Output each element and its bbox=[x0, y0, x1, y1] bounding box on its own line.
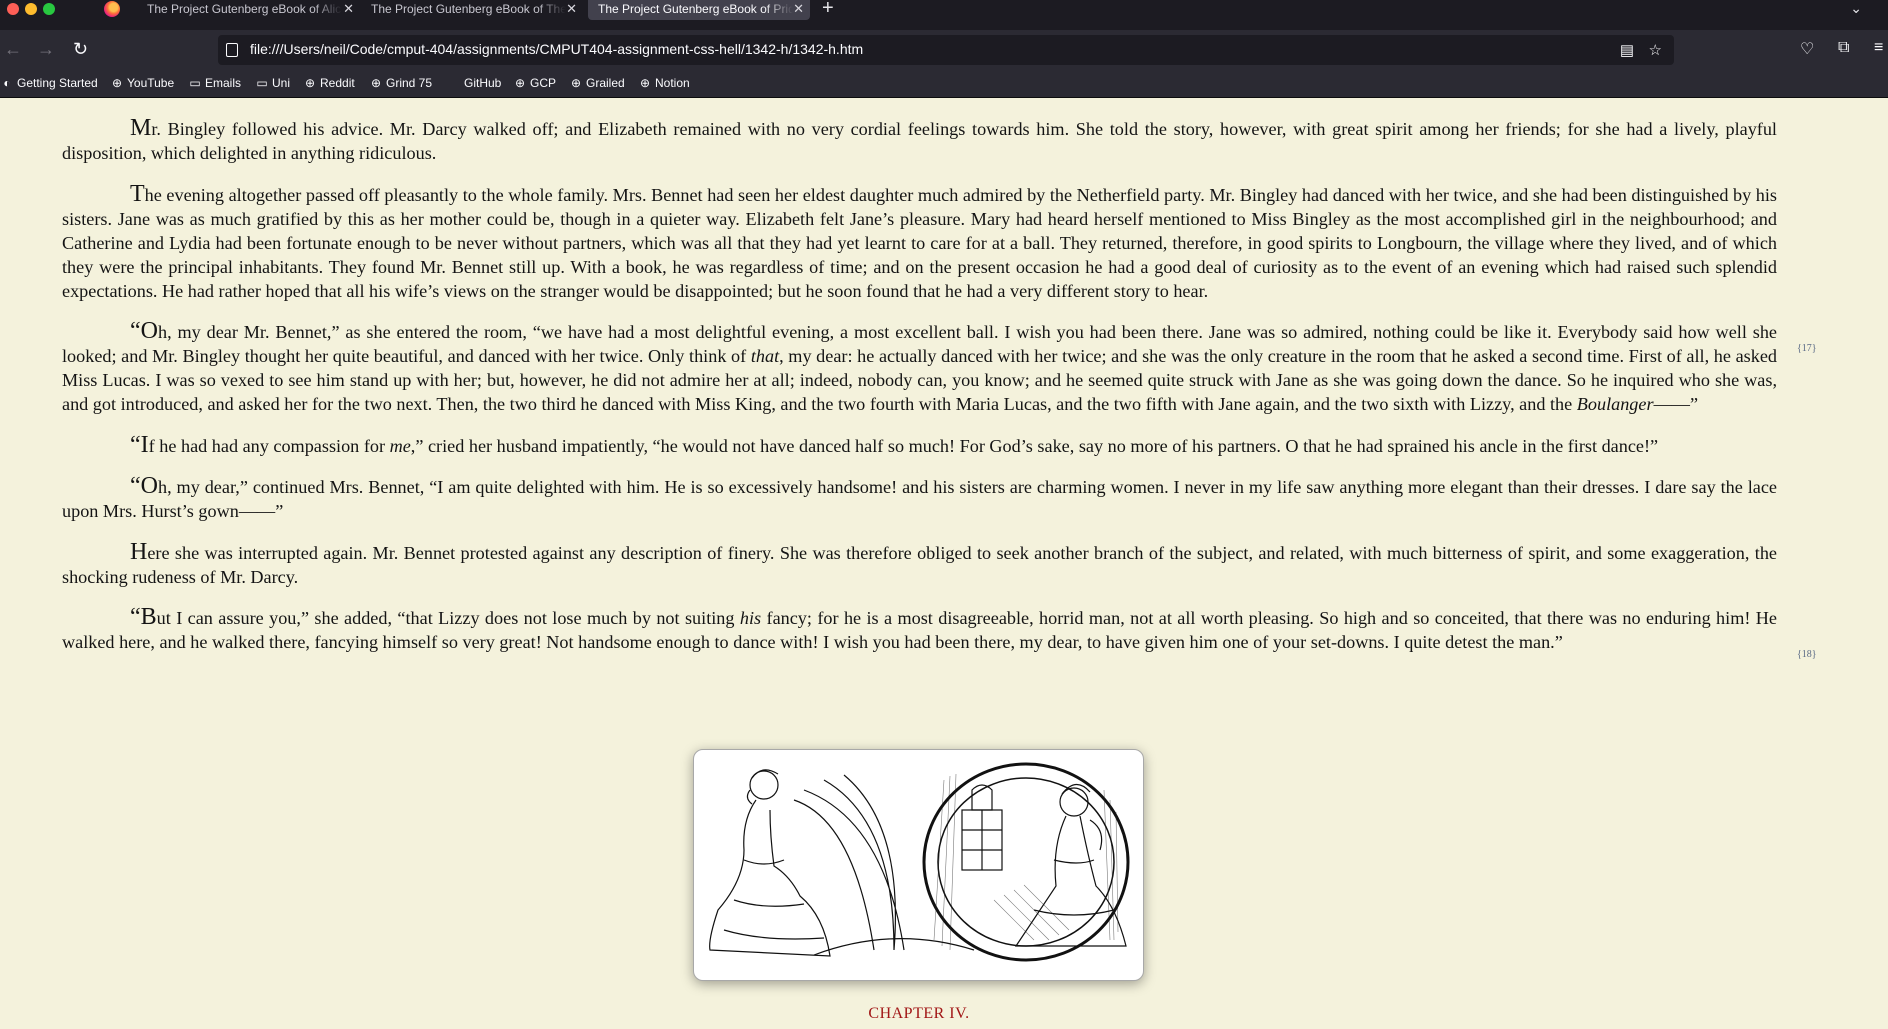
firefox-icon: ◐ bbox=[3, 76, 11, 90]
paragraph-text: ut I can assure you,” she added, “that L… bbox=[156, 608, 740, 628]
paragraph: “But I can assure you,” she added, “that… bbox=[62, 605, 1777, 654]
extensions-icon[interactable]: ⧉ bbox=[1838, 39, 1849, 57]
paragraph-text: he evening altogether passed off pleasan… bbox=[62, 184, 1777, 301]
paragraph: “Oh, my dear,” continued Mrs. Bennet, “I… bbox=[62, 474, 1777, 523]
globe-icon: ⊕ bbox=[514, 76, 526, 90]
bookmark-getting-started[interactable]: ◐ Getting Started bbox=[0, 76, 97, 90]
bookmark-grailed[interactable]: ⊕ Grailed bbox=[569, 76, 625, 90]
folder-icon: ▭ bbox=[189, 76, 201, 90]
tab-pride-active[interactable]: The Project Gutenberg eBook of Pride ✕ bbox=[588, 0, 810, 20]
bookmark-star-icon[interactable]: ☆ bbox=[1649, 41, 1662, 59]
paragraph-text: h, my dear,” continued Mrs. Bennet, “I a… bbox=[62, 477, 1777, 521]
url-text[interactable]: file:///Users/neil/Code/cmput-404/assign… bbox=[250, 41, 863, 57]
tab-title: The Project Gutenberg eBook of Pride bbox=[598, 2, 793, 16]
globe-icon: ⊕ bbox=[570, 76, 582, 90]
navigation-toolbar: ← → ↻ file:///Users/neil/Code/cmput-404/… bbox=[0, 30, 1888, 70]
paragraph: Here she was interrupted again. Mr. Benn… bbox=[62, 540, 1777, 589]
zoom-window-button[interactable] bbox=[43, 3, 55, 15]
reader-view-icon[interactable]: ▤ bbox=[1620, 41, 1634, 59]
close-tab-icon[interactable]: ✕ bbox=[343, 0, 354, 18]
reload-icon[interactable]: ↻ bbox=[73, 39, 88, 59]
chapter-illustration bbox=[693, 749, 1144, 981]
emphasis: his bbox=[739, 608, 762, 628]
page-number-link[interactable]: {17} bbox=[1797, 343, 1817, 354]
bookmarks-toolbar: ◐ Getting Started ⊕ YouTube ▭ Emails ▭ Uni ⊕… bbox=[0, 70, 1888, 98]
bookmark-folder-emails[interactable]: ▭ Emails bbox=[188, 76, 241, 90]
drop-cap: T bbox=[130, 180, 145, 207]
emphasis: me bbox=[389, 435, 411, 456]
pocket-icon[interactable]: ♡ bbox=[1800, 39, 1814, 59]
menu-hamburger-icon[interactable]: ≡ bbox=[1874, 39, 1883, 57]
paragraph: Mr. Bingley followed his advice. Mr. Dar… bbox=[62, 116, 1777, 165]
paragraph: “If he had had any compassion for me,” c… bbox=[62, 433, 1777, 458]
drop-cap: H bbox=[130, 538, 148, 565]
drop-cap: “O bbox=[130, 473, 158, 499]
paragraph-text: f he had had any compassion for bbox=[148, 435, 390, 456]
folder-icon: ▭ bbox=[256, 76, 268, 90]
paragraph: “Oh, my dear Mr. Bennet,” as she entered… bbox=[62, 319, 1777, 416]
firefox-view-icon[interactable] bbox=[104, 1, 120, 17]
tab-alice[interactable]: The Project Gutenberg eBook of Alice ✕ bbox=[137, 0, 360, 20]
bookmark-gcp[interactable]: ⊕ GCP bbox=[513, 76, 556, 90]
drop-cap: “O bbox=[130, 318, 158, 344]
list-all-tabs-chevron-icon[interactable]: ⌄ bbox=[1850, 0, 1862, 17]
illustration-drawing bbox=[709, 762, 1130, 962]
drop-cap: “I bbox=[130, 431, 149, 458]
paragraph-text: r. Bingley followed his advice. Mr. Darc… bbox=[62, 119, 1777, 163]
tab-strip: The Project Gutenberg eBook of Alice ✕ T… bbox=[0, 0, 1888, 30]
emphasis: Boulanger bbox=[1576, 394, 1654, 414]
address-bar[interactable]: file:///Users/neil/Code/cmput-404/assign… bbox=[218, 35, 1674, 65]
bookmark-reddit[interactable]: ⊕ Reddit bbox=[303, 76, 355, 90]
paragraph: The evening altogether passed off pleasa… bbox=[62, 182, 1777, 303]
globe-icon: ⊕ bbox=[639, 76, 651, 90]
bookmark-github[interactable]: GitHub bbox=[447, 76, 501, 90]
close-tab-icon[interactable]: ✕ bbox=[566, 0, 577, 18]
paragraph-text: ——” bbox=[1653, 394, 1699, 414]
forward-arrow-icon[interactable]: → bbox=[37, 39, 55, 59]
back-arrow-icon[interactable]: ← bbox=[4, 39, 22, 59]
bookmark-youtube[interactable]: ⊕ YouTube bbox=[110, 76, 174, 90]
paragraph-text: ere she was interrupted again. Mr. Benne… bbox=[62, 542, 1777, 587]
tab-title: The Project Gutenberg eBook of Alice bbox=[147, 2, 342, 16]
new-tab-button[interactable]: + bbox=[822, 0, 834, 18]
tab-title: The Project Gutenberg eBook of The bbox=[371, 2, 566, 16]
paragraph-text: ,” cried her husband impatiently, “he wo… bbox=[410, 435, 1659, 456]
bookmark-folder-uni[interactable]: ▭ Uni bbox=[255, 76, 290, 90]
globe-icon: ⊕ bbox=[111, 76, 123, 90]
page-file-icon bbox=[226, 43, 238, 57]
bookmark-notion[interactable]: ⊕ Notion bbox=[638, 76, 690, 90]
drop-cap: “B bbox=[130, 604, 157, 630]
close-window-button[interactable] bbox=[7, 3, 19, 15]
minimize-window-button[interactable] bbox=[25, 3, 37, 15]
globe-icon: ⊕ bbox=[304, 76, 316, 90]
emphasis: that bbox=[750, 346, 780, 366]
page-number-link[interactable]: {18} bbox=[1797, 649, 1817, 660]
tab-the[interactable]: The Project Gutenberg eBook of The ✕ bbox=[361, 0, 583, 20]
chapter-heading: CHAPTER IV. bbox=[868, 1005, 970, 1022]
close-tab-icon[interactable]: ✕ bbox=[793, 0, 804, 18]
globe-icon: ⊕ bbox=[370, 76, 382, 90]
book-text: Mr. Bingley followed his advice. Mr. Dar… bbox=[62, 116, 1777, 671]
drop-cap: M bbox=[130, 115, 152, 141]
bookmark-grind-75[interactable]: ⊕ Grind 75 bbox=[369, 76, 432, 90]
